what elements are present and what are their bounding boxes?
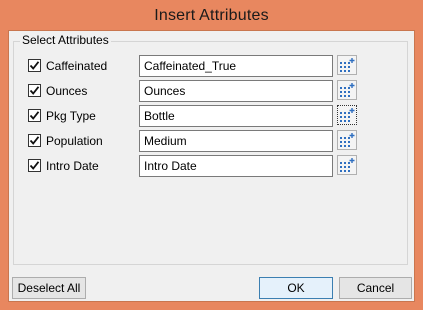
ounces-checkbox[interactable] bbox=[28, 84, 41, 97]
dialog-client-area: Select Attributes Caffeinated Caffeinate… bbox=[8, 30, 415, 302]
attribute-row-ounces: Ounces Ounces bbox=[14, 80, 409, 104]
group-label: Select Attributes bbox=[20, 33, 111, 47]
select-attributes-group: Select Attributes Caffeinated Caffeinate… bbox=[13, 33, 409, 265]
caffeinated-label[interactable]: Caffeinated bbox=[46, 59, 107, 73]
cancel-button[interactable]: Cancel bbox=[339, 277, 412, 299]
pkg-type-checkbox[interactable] bbox=[28, 109, 41, 122]
population-checkbox[interactable] bbox=[28, 134, 41, 147]
attribute-row-population: Population Medium bbox=[14, 130, 409, 154]
deselect-all-button[interactable]: Deselect All bbox=[12, 277, 86, 299]
intro-date-picker-button[interactable] bbox=[337, 155, 357, 175]
population-label[interactable]: Population bbox=[46, 134, 103, 148]
population-value-field[interactable]: Medium bbox=[139, 130, 333, 152]
checkmark-icon bbox=[29, 111, 40, 120]
ok-button[interactable]: OK bbox=[259, 277, 333, 299]
pkg-type-value-field[interactable]: Bottle bbox=[139, 105, 333, 127]
checkmark-icon bbox=[29, 61, 40, 70]
caffeinated-value-field[interactable]: Caffeinated_True bbox=[139, 55, 333, 77]
caffeinated-checkbox[interactable] bbox=[28, 59, 41, 72]
attribute-row-caffeinated: Caffeinated Caffeinated_True bbox=[14, 55, 409, 79]
grid-picker-icon bbox=[340, 133, 355, 147]
ounces-picker-button[interactable] bbox=[337, 80, 357, 100]
caffeinated-picker-button[interactable] bbox=[337, 55, 357, 75]
pkg-type-label[interactable]: Pkg Type bbox=[46, 109, 96, 123]
checkmark-icon bbox=[29, 161, 40, 170]
ounces-label[interactable]: Ounces bbox=[46, 84, 87, 98]
grid-picker-icon bbox=[340, 58, 355, 72]
population-picker-button[interactable] bbox=[337, 130, 357, 150]
ounces-value-field[interactable]: Ounces bbox=[139, 80, 333, 102]
insert-attributes-dialog: Insert Attributes Select Attributes Caff… bbox=[0, 0, 423, 310]
dialog-title: Insert Attributes bbox=[154, 7, 269, 24]
intro-date-checkbox[interactable] bbox=[28, 159, 41, 172]
grid-picker-icon bbox=[340, 158, 355, 172]
title-bar[interactable]: Insert Attributes bbox=[0, 0, 423, 30]
attribute-row-intro-date: Intro Date Intro Date bbox=[14, 155, 409, 179]
intro-date-label[interactable]: Intro Date bbox=[46, 159, 99, 173]
pkg-type-picker-button[interactable] bbox=[337, 105, 357, 125]
grid-picker-icon bbox=[340, 83, 355, 97]
checkmark-icon bbox=[29, 136, 40, 145]
attribute-row-pkg-type: Pkg Type Bottle bbox=[14, 105, 409, 129]
grid-picker-icon bbox=[340, 108, 355, 122]
checkmark-icon bbox=[29, 86, 40, 95]
intro-date-value-field[interactable]: Intro Date bbox=[139, 155, 333, 177]
